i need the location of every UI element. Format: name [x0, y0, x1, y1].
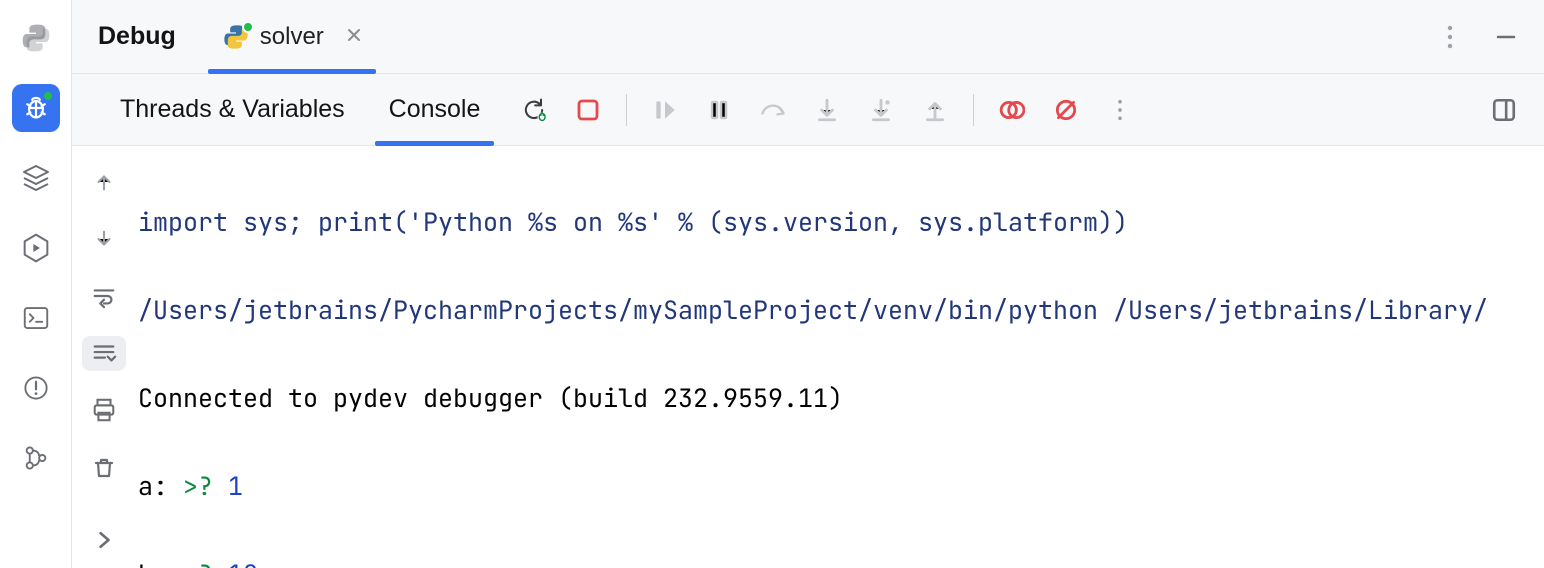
print-icon[interactable]	[82, 393, 126, 428]
console-line: Connected to pydev debugger (build 232.9…	[138, 376, 1540, 420]
console-output[interactable]: import sys; print('Python %s on %s' % (s…	[136, 146, 1544, 568]
scroll-to-top-icon[interactable]	[82, 164, 126, 199]
toolbar-separator	[626, 94, 627, 126]
python-tool-icon[interactable]	[12, 14, 60, 62]
left-tool-rail	[0, 0, 72, 568]
stop-icon[interactable]	[568, 90, 608, 130]
rerun-debug-icon[interactable]	[514, 90, 554, 130]
layers-icon[interactable]	[12, 154, 60, 202]
console-prompt-a: a: >? 1	[138, 464, 1540, 508]
layout-settings	[1484, 90, 1544, 130]
console-line: import sys; print('Python %s on %s' % (s…	[138, 200, 1540, 244]
step-over-icon[interactable]	[753, 90, 793, 130]
services-icon[interactable]	[12, 224, 60, 272]
debug-toolbar	[514, 90, 1140, 130]
scroll-to-end-icon[interactable]	[82, 336, 126, 371]
tab-threads-variables[interactable]: Threads & Variables	[98, 74, 367, 145]
toolbar-separator-2	[973, 94, 974, 126]
close-tab-icon[interactable]	[346, 27, 362, 47]
main-panel: Debug solver	[72, 0, 1544, 568]
terminal-icon[interactable]	[12, 294, 60, 342]
console-line: /Users/jetbrains/PycharmProjects/mySampl…	[138, 288, 1540, 332]
tab-console[interactable]: Console	[367, 74, 503, 145]
debug-title: Debug	[98, 22, 176, 51]
debug-tool-icon[interactable]	[12, 84, 60, 132]
more-options-icon[interactable]	[1432, 19, 1468, 55]
step-out-icon[interactable]	[915, 90, 955, 130]
console-prompt-b: b: >? 10	[138, 552, 1540, 568]
titlebar-right	[1432, 19, 1534, 55]
layout-icon[interactable]	[1484, 90, 1524, 130]
soft-wrap-icon[interactable]	[82, 278, 126, 313]
clear-all-icon[interactable]	[82, 450, 126, 485]
debug-titlebar: Debug solver	[72, 0, 1544, 74]
vcs-icon[interactable]	[12, 434, 60, 482]
scroll-to-bottom-icon[interactable]	[82, 221, 126, 256]
pause-icon[interactable]	[699, 90, 739, 130]
step-into-my-code-icon[interactable]	[861, 90, 901, 130]
app-root: Debug solver	[0, 0, 1544, 568]
chevron-right-icon[interactable]	[82, 529, 126, 568]
minimize-panel-icon[interactable]	[1488, 19, 1524, 55]
step-into-icon[interactable]	[807, 90, 847, 130]
resume-icon[interactable]	[645, 90, 685, 130]
debug-subtabs: Threads & Variables Console	[72, 74, 1544, 146]
mute-breakpoints-icon[interactable]	[1046, 90, 1086, 130]
toolbar-more-icon[interactable]	[1100, 90, 1140, 130]
view-breakpoints-icon[interactable]	[992, 90, 1032, 130]
console-gutter	[72, 146, 136, 568]
python-file-icon	[222, 23, 250, 51]
console-content-row: import sys; print('Python %s on %s' % (s…	[72, 146, 1544, 568]
problems-icon[interactable]	[12, 364, 60, 412]
run-config-label: solver	[260, 23, 324, 51]
run-config-tab[interactable]: solver	[208, 0, 376, 73]
